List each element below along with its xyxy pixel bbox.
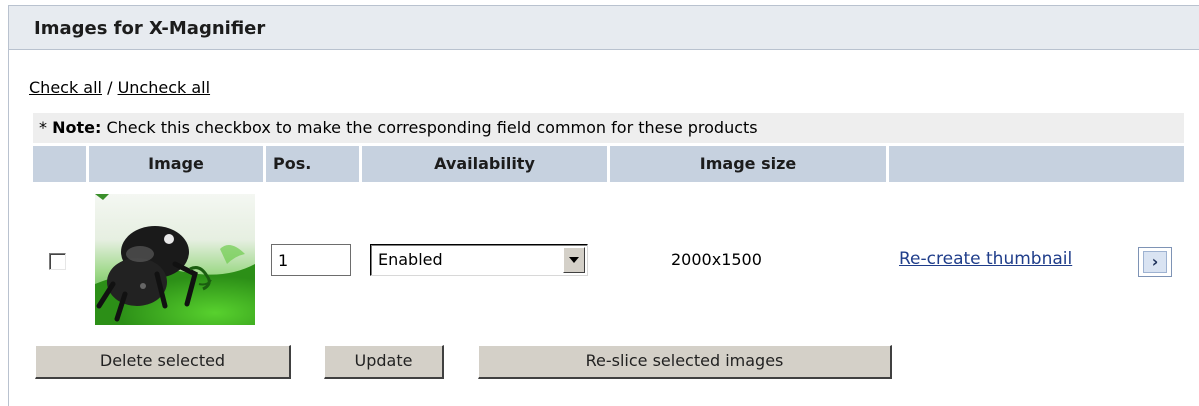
product-image-thumbnail[interactable] xyxy=(95,194,255,325)
position-input[interactable] xyxy=(271,244,351,276)
column-header-checkbox xyxy=(33,146,86,182)
check-links: Check all / Uncheck all xyxy=(29,78,210,97)
image-size-value: 2000x1500 xyxy=(671,250,762,269)
column-header-pos: Pos. xyxy=(266,146,359,182)
chevron-down-icon[interactable] xyxy=(563,247,585,273)
recreate-thumbnail-button[interactable]: › xyxy=(1138,247,1172,277)
note-bar: * Note: Check this checkbox to make the … xyxy=(33,113,1184,143)
note-label: Note: xyxy=(52,118,102,137)
check-links-separator: / xyxy=(102,78,118,97)
recreate-thumbnail-link[interactable]: Re-create thumbnail xyxy=(899,249,1072,269)
column-header-actions xyxy=(889,146,1184,182)
availability-selected-value: Enabled xyxy=(378,250,443,269)
reslice-selected-images-button[interactable]: Re-slice selected images xyxy=(478,345,892,379)
delete-selected-button[interactable]: Delete selected xyxy=(35,345,291,379)
beetle-image xyxy=(95,194,255,325)
column-header-image: Image xyxy=(89,146,263,182)
row-checkbox[interactable] xyxy=(49,253,66,270)
availability-select[interactable]: Enabled xyxy=(370,244,588,276)
check-all-link[interactable]: Check all xyxy=(29,78,102,97)
note-text: Check this checkbox to make the correspo… xyxy=(101,118,758,137)
panel-title: Images for X-Magnifier xyxy=(34,18,266,39)
column-header-image-size: Image size xyxy=(610,146,886,182)
arrow-right-icon: › xyxy=(1143,251,1167,273)
note-prefix: * xyxy=(39,118,53,137)
uncheck-all-link[interactable]: Uncheck all xyxy=(118,78,210,97)
update-button[interactable]: Update xyxy=(324,345,444,379)
column-header-availability: Availability xyxy=(362,146,607,182)
